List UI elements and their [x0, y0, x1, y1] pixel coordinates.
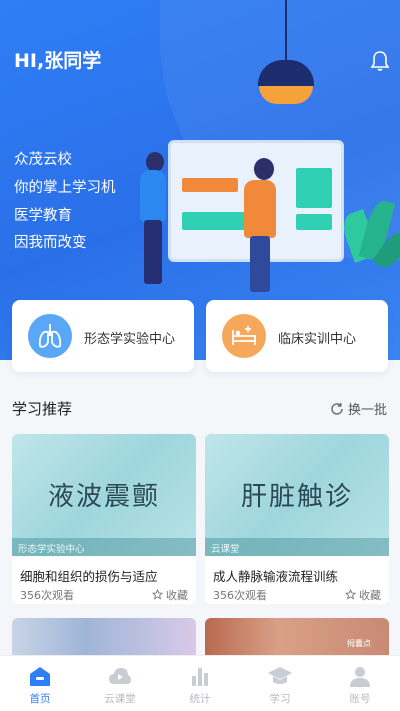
course-thumbnail: 肝脏触诊 云课堂: [205, 434, 389, 556]
quick-entry-clinical-training[interactable]: 临床实训中心: [206, 300, 388, 372]
person-illustration: [140, 170, 166, 222]
thumbnail-tag: 形态学实验中心: [12, 538, 196, 556]
thumbnail-annotation: 拇囊点: [347, 639, 371, 648]
course-card-partial[interactable]: [12, 618, 196, 658]
user-icon: [350, 667, 370, 687]
home-icon: [30, 667, 50, 686]
tab-label: 统计: [189, 693, 211, 705]
tab-home[interactable]: 首页: [0, 656, 80, 711]
refresh-label: 换一批: [348, 403, 388, 418]
cloud-icon: [109, 668, 131, 684]
tab-study[interactable]: 学习: [240, 656, 320, 711]
course-thumbnail: 液波震颤 形态学实验中心: [12, 434, 196, 556]
person-illustration: [254, 158, 274, 180]
tab-label: 云课堂: [104, 693, 136, 705]
person-illustration: [146, 152, 164, 172]
course-card-partial[interactable]: 拇囊点: [205, 618, 389, 658]
lungs-icon: [28, 314, 72, 358]
bell-icon[interactable]: [370, 50, 390, 72]
lamp-cord: [285, 0, 287, 62]
quick-entry-morphology-lab[interactable]: 形态学实验中心: [12, 300, 194, 372]
slogan-line-4: 因我而改变: [14, 235, 87, 251]
tab-label: 首页: [29, 693, 51, 705]
slogan-line-1: 众茂云校: [14, 152, 72, 168]
hospital-bed-icon: [222, 314, 266, 358]
course-card[interactable]: 液波震颤 形态学实验中心 细胞和组织的损伤与适应 356次观看 收藏: [12, 434, 196, 604]
thumbnail-title: 肝脏触诊: [240, 482, 353, 512]
view-count: 356次观看: [213, 589, 267, 602]
favorite-button[interactable]: 收藏: [345, 587, 381, 603]
person-illustration: [250, 236, 270, 292]
tab-label: 学习: [269, 693, 291, 705]
tab-label: 账号: [349, 693, 371, 705]
bottom-tab-bar: 首页 云课堂 统计 学习 账号: [0, 655, 400, 711]
star-icon: [345, 589, 356, 600]
favorite-button[interactable]: 收藏: [152, 587, 188, 603]
course-title: 成人静脉输液流程训练: [213, 569, 339, 584]
person-illustration: [244, 180, 276, 238]
tab-cloud-class[interactable]: 云课堂: [80, 656, 160, 711]
course-card[interactable]: 肝脏触诊 云课堂 成人静脉输液流程训练 356次观看 收藏: [205, 434, 389, 604]
quick-entry-label: 形态学实验中心: [84, 332, 176, 347]
bar-chart-icon: [192, 668, 208, 686]
board-note: [182, 178, 238, 192]
quick-entry-label: 临床实训中心: [278, 332, 357, 347]
course-title: 细胞和组织的损伤与适应: [20, 569, 158, 584]
refresh-button[interactable]: 换一批: [330, 399, 387, 418]
tab-account[interactable]: 账号: [320, 656, 400, 711]
favorite-label: 收藏: [166, 589, 188, 602]
refresh-icon: [331, 403, 343, 415]
slogan-line-3: 医学教育: [14, 208, 72, 224]
board-note: [182, 212, 248, 230]
greeting-text: HI,张同学: [14, 50, 102, 72]
board-note: [296, 214, 332, 230]
tab-statistics[interactable]: 统计: [160, 656, 240, 711]
star-icon: [152, 589, 163, 600]
thumbnail-title: 液波震颤: [47, 482, 160, 512]
slogan-line-2: 你的掌上学习机: [14, 180, 116, 196]
board-note: [296, 168, 332, 208]
graduation-cap-icon: [268, 667, 292, 684]
thumbnail-tag: 云课堂: [205, 538, 389, 556]
section-title: 学习推荐: [12, 400, 73, 418]
favorite-label: 收藏: [359, 589, 381, 602]
person-illustration: [144, 220, 162, 284]
view-count: 356次观看: [20, 589, 74, 602]
